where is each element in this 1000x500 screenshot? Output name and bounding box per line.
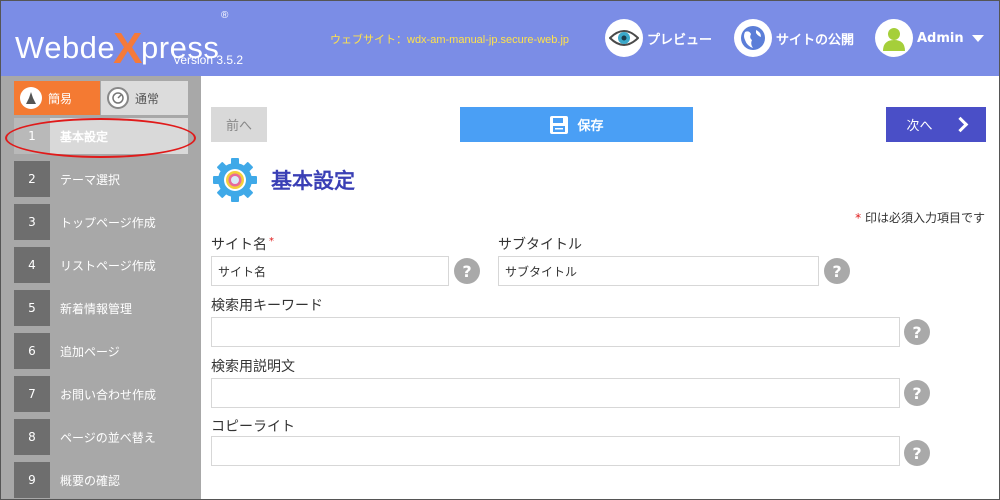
subtitle-label: サブタイトル — [498, 237, 582, 253]
required-star: * — [269, 236, 274, 247]
step-number: 7 — [14, 376, 50, 412]
step-label: お問い合わせ作成 — [60, 387, 157, 402]
subtitle-input[interactable]: サブタイトル — [498, 256, 819, 286]
step-number: 2 — [14, 161, 50, 197]
copyright-input[interactable] — [211, 436, 900, 466]
save-label: 保存 — [577, 119, 604, 134]
app-window: WebdeXpress ® Version 3.5.2 ウェブサイト：wdx-am… — [0, 0, 1000, 500]
next-label: 次へ — [906, 119, 933, 134]
chevron-down-icon — [971, 34, 984, 42]
sidebar-item-news[interactable]: 5 新着情報管理 — [14, 290, 188, 326]
mode-normal-label: 通常 — [135, 91, 160, 106]
required-note: * 印は必須入力項目です — [855, 209, 985, 226]
highlight-annotation-ellipse — [5, 118, 196, 158]
preview-label: プレビュー — [647, 32, 713, 48]
step-label: 新着情報管理 — [60, 301, 133, 316]
sidebar-item-theme[interactable]: 2 テーマ選択 — [14, 161, 188, 197]
header-bar: WebdeXpress ® Version 3.5.2 ウェブサイト：wdx-am… — [1, 1, 999, 76]
save-button[interactable]: 保存 — [460, 107, 693, 142]
step-label: テーマ選択 — [60, 172, 121, 187]
keywords-input[interactable] — [211, 317, 900, 347]
help-icon[interactable]: ? — [824, 258, 850, 284]
help-icon[interactable]: ? — [904, 380, 930, 406]
site-name-label: サイト名 * — [211, 236, 274, 253]
description-input[interactable] — [211, 378, 900, 408]
help-icon[interactable]: ? — [904, 440, 930, 466]
help-icon[interactable]: ? — [454, 258, 480, 284]
preview-button[interactable]: プレビュー — [605, 19, 712, 57]
site-name-input[interactable]: サイト名 — [211, 256, 449, 286]
sidebar-item-reorder[interactable]: 8 ページの並べ替え — [14, 419, 188, 455]
gear-icon — [211, 156, 259, 204]
required-note-text: 印は必須入力項目です — [864, 211, 985, 225]
step-number: 9 — [14, 462, 50, 498]
copyright-label: コピーライト — [211, 419, 295, 435]
step-label: トップページ作成 — [60, 215, 156, 230]
sidebar-item-top-page[interactable]: 3 トップページ作成 — [14, 204, 188, 240]
website-url-link[interactable]: ウェブサイト：wdx-am-manual-jp.secure-web.jp — [330, 31, 569, 47]
next-button[interactable]: 次へ — [886, 107, 986, 142]
step-number: 4 — [14, 247, 50, 283]
help-icon[interactable]: ? — [904, 319, 930, 345]
chevron-right-icon — [952, 116, 968, 133]
sidebar-item-additional-page[interactable]: 6 追加ページ — [14, 333, 188, 369]
gauge-icon — [107, 87, 129, 109]
eye-icon — [605, 19, 643, 57]
publish-button[interactable]: サイトの公開 — [734, 19, 854, 57]
description-label: 検索用説明文 — [211, 359, 295, 375]
mode-tab-normal[interactable]: 通常 — [101, 81, 188, 115]
admin-label: Admin — [917, 30, 964, 46]
mode-tab-simple[interactable]: 簡易 — [14, 81, 100, 115]
simple-mode-icon — [20, 87, 42, 109]
page-title-block: 基本設定 — [211, 156, 355, 204]
globe-icon — [734, 19, 772, 57]
sidebar-item-list-page[interactable]: 4 リストページ作成 — [14, 247, 188, 283]
admin-menu[interactable]: Admin — [875, 19, 984, 57]
step-label: 概要の確認 — [60, 473, 121, 488]
main-content: 前へ 保存 次へ 基本設定 * 印は必須入力項目です サイト名 * サイト名 ?… — [201, 76, 999, 499]
keywords-label: 検索用キーワード — [211, 298, 323, 314]
mode-simple-label: 簡易 — [48, 91, 73, 106]
step-number: 5 — [14, 290, 50, 326]
required-star: * — [855, 211, 862, 225]
user-avatar-icon — [875, 19, 913, 57]
step-number: 8 — [14, 419, 50, 455]
step-number: 6 — [14, 333, 50, 369]
sidebar-item-contact[interactable]: 7 お問い合わせ作成 — [14, 376, 188, 412]
page-title: 基本設定 — [271, 169, 355, 193]
step-label: リストページ作成 — [60, 258, 156, 273]
floppy-disk-icon — [549, 115, 569, 135]
prev-button[interactable]: 前へ — [211, 107, 267, 142]
step-number: 3 — [14, 204, 50, 240]
step-label: 追加ページ — [60, 344, 120, 359]
sidebar-item-overview[interactable]: 9 概要の確認 — [14, 462, 188, 498]
version-label: Version 3.5.2 — [173, 53, 244, 67]
publish-label: サイトの公開 — [776, 32, 855, 48]
step-label: ページの並べ替え — [60, 430, 156, 445]
